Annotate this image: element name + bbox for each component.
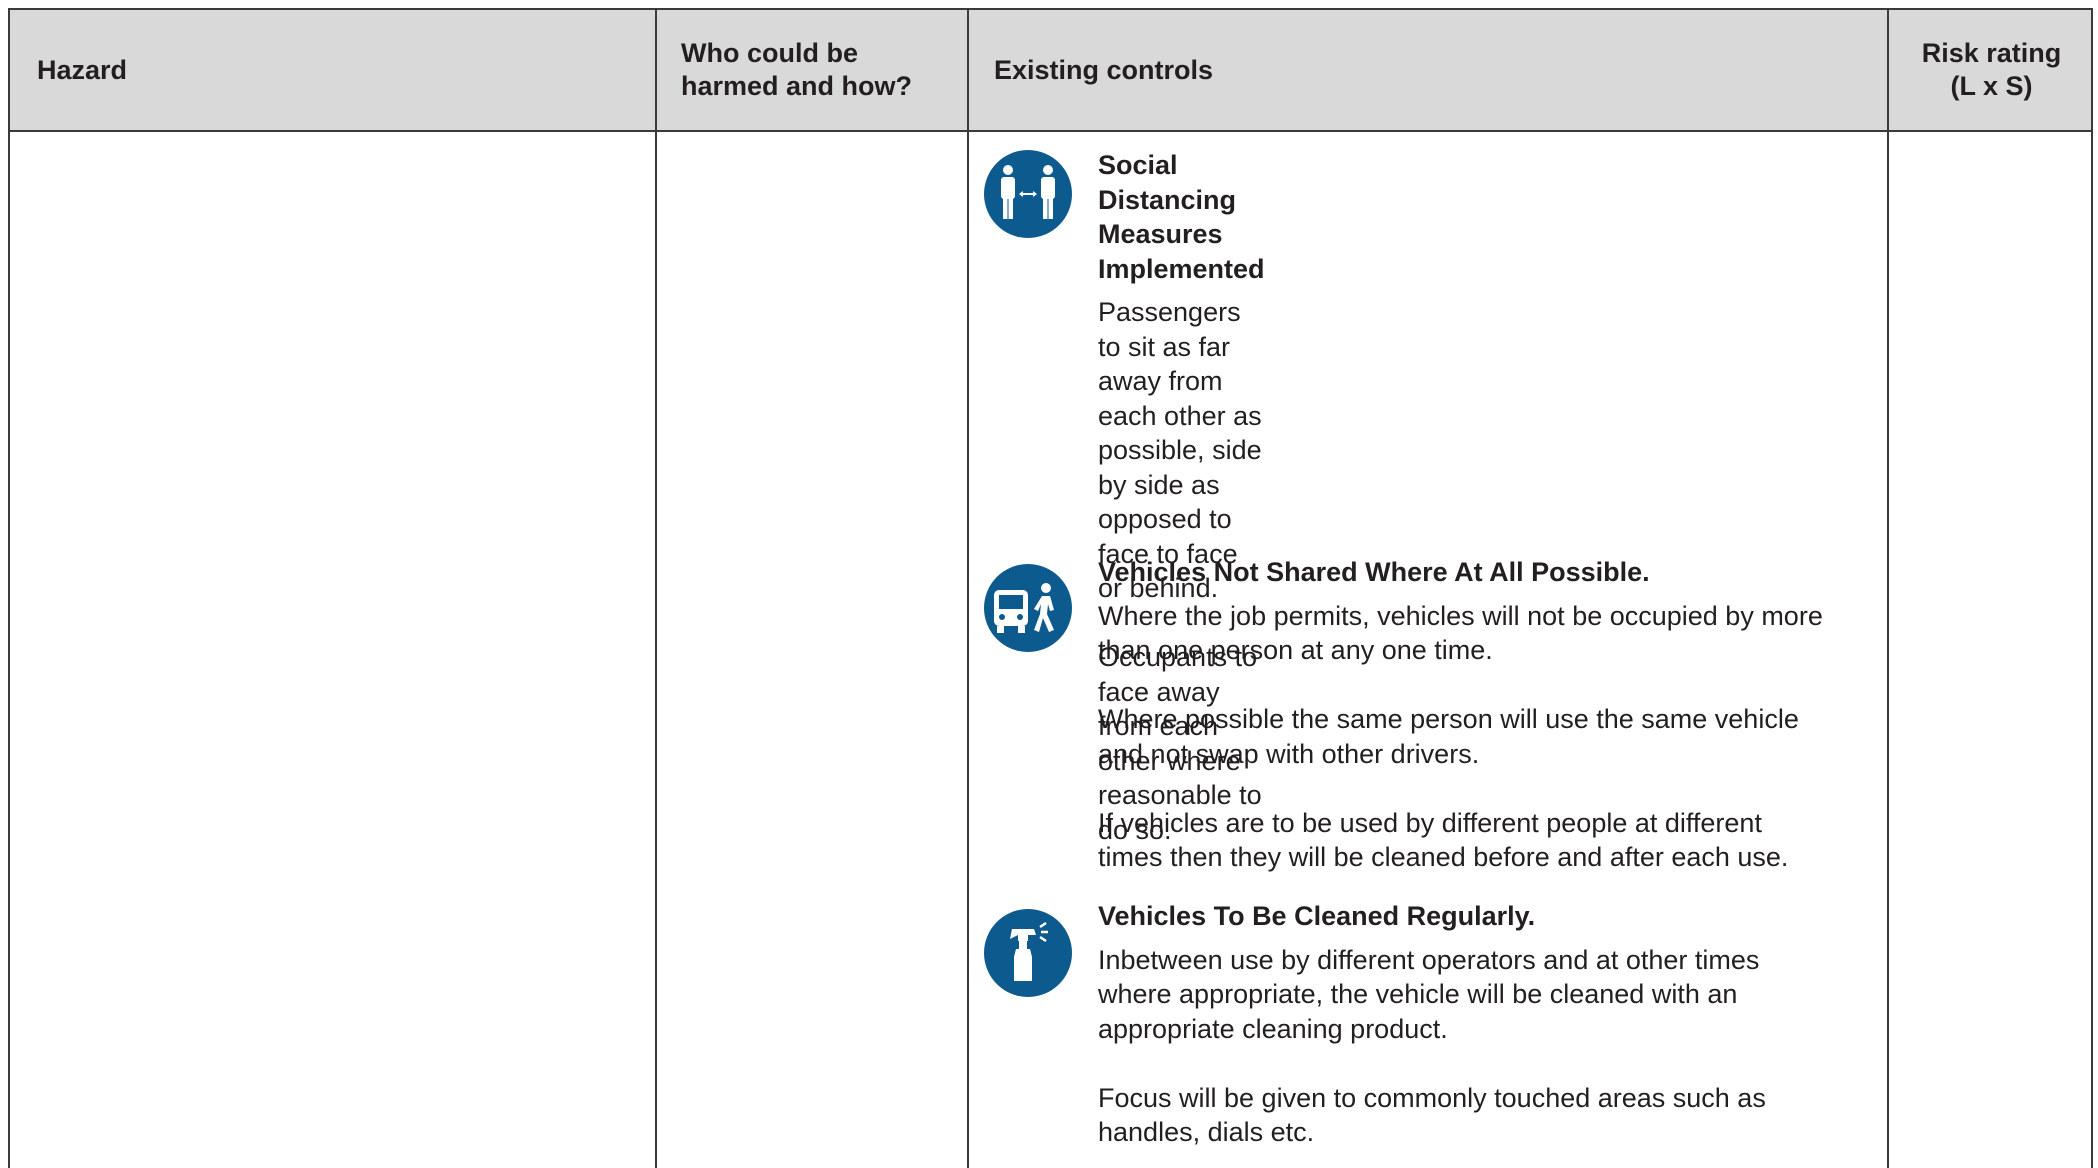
control-text: Vehicles Not Shared Where At All Possibl… <box>1098 555 1878 875</box>
text-line: Where the job permits, vehicles will not… <box>1098 600 1823 631</box>
header-hazard-label: Hazard <box>37 54 128 85</box>
risk-assessment-table: Hazard Who could be harmed and how? Exis… <box>8 8 2093 1168</box>
text-line: If vehicles are to be used by different … <box>1098 807 1762 838</box>
header-existing-controls-label: Existing controls <box>994 54 1214 85</box>
header-risk-rating: Risk rating (L x S) <box>1890 10 2093 130</box>
control-paragraph: Focus will be given to commonly touched … <box>1098 1081 1878 1150</box>
text-line: handles, dials etc. <box>1098 1117 1315 1147</box>
control-text: Vehicles To Be Cleaned Regularly. Inbetw… <box>1098 899 1878 1150</box>
text-line: possible, side by side as <box>1098 435 1262 500</box>
control-title-line: Measures Implemented <box>1098 219 1265 284</box>
header-risk-line1: Risk rating <box>1921 38 2062 68</box>
text-line: Passengers to sit as far <box>1098 297 1241 362</box>
text-line: and not swap with other drivers. <box>1098 738 1480 769</box>
header-hazard: Hazard <box>37 10 127 130</box>
control-paragraph: If vehicles are to be used by different … <box>1098 806 1878 875</box>
table-header: Hazard Who could be harmed and how? Exis… <box>10 10 2091 132</box>
header-who-line2: harmed and how? <box>681 71 913 101</box>
text-line: Inbetween use by different operators and… <box>1098 944 1760 975</box>
text-line: times then they will be cleaned before a… <box>1098 842 1789 872</box>
vehicle-pedestrian-icon <box>984 564 1072 652</box>
social-distancing-icon <box>984 150 1072 238</box>
table-body: Social Distancing Measures Implemented P… <box>10 132 2091 1168</box>
header-existing-controls: Existing controls <box>994 10 1213 130</box>
spray-bottle-icon <box>984 909 1072 997</box>
header-who-line1: Who could be <box>681 38 858 68</box>
header-risk-line2: (L x S) <box>1950 71 2033 101</box>
control-paragraph: Where possible the same person will use … <box>1098 702 1878 771</box>
control-paragraph: Where the job permits, vehicles will not… <box>1098 599 1878 668</box>
control-title-line: Social Distancing <box>1098 150 1237 215</box>
text-line: appropriate cleaning product. <box>1098 1013 1448 1044</box>
header-who: Who could be harmed and how? <box>681 10 912 130</box>
text-line: away from each other as <box>1098 366 1262 431</box>
text-line: Focus will be given to commonly touched … <box>1098 1082 1766 1113</box>
control-paragraph: Inbetween use by different operators and… <box>1098 943 1878 1047</box>
control-title: Social Distancing Measures Implemented <box>1098 148 1265 286</box>
text-line: than one person at any one time. <box>1098 635 1493 665</box>
control-title: Vehicles Not Shared Where At All Possibl… <box>1098 557 1650 587</box>
control-title: Vehicles To Be Cleaned Regularly. <box>1098 901 1536 931</box>
text-line: Where possible the same person will use … <box>1098 704 1799 734</box>
text-line: where appropriate, the vehicle will be c… <box>1098 979 1738 1009</box>
